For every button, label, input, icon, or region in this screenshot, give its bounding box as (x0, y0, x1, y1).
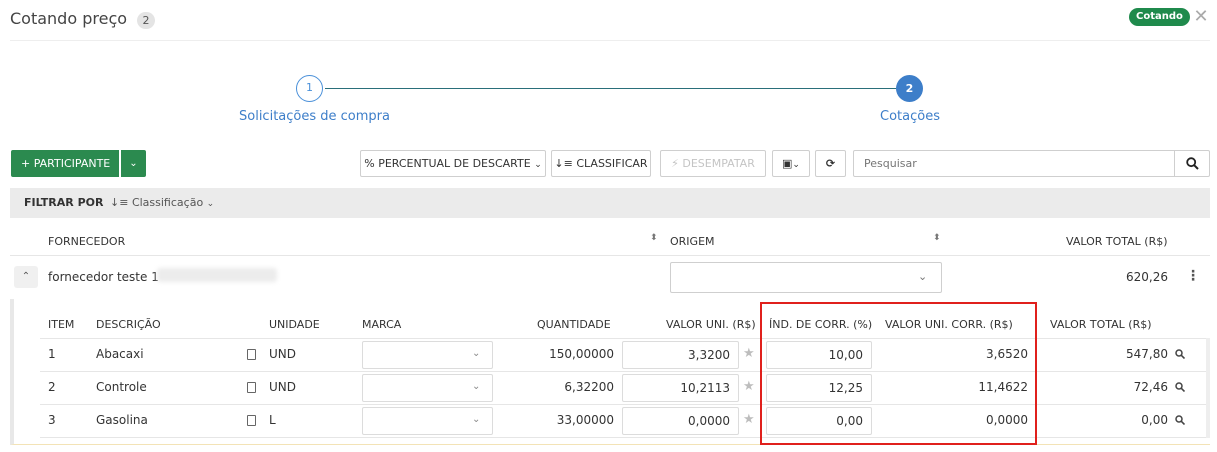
search-icon[interactable] (1175, 382, 1185, 392)
sort-icon: ↓≡ (554, 157, 573, 170)
sort-icon: ↓≡ (110, 196, 129, 209)
chevron-down-icon: ⌄ (472, 348, 481, 359)
valor-uni-input[interactable]: 0,0000 (622, 407, 739, 435)
redacted-text (157, 268, 277, 282)
item-total: 0,00 (1141, 413, 1168, 427)
supplier-total: 620,26 (1126, 270, 1168, 284)
col-unidade: UNIDADE (269, 318, 320, 331)
image-icon: ▣ (782, 157, 793, 170)
chevron-up-icon: ⌃ (21, 271, 31, 282)
step-1-circle[interactable]: 1 (296, 75, 323, 102)
step-2-label[interactable]: Cotações (880, 109, 940, 124)
col-item: ITEM (48, 318, 75, 331)
chevron-down-icon: ⌄ (206, 199, 215, 209)
highlight-annotation (760, 302, 1037, 445)
classificar-label: CLASSIFICAR (576, 157, 648, 170)
col-fornecedor[interactable]: FORNECEDOR (48, 235, 125, 248)
star-icon[interactable]: ★ (743, 412, 755, 427)
panel-scrollbar[interactable] (1206, 338, 1210, 438)
percentual-descarte-label: % PERCENTUAL DE DESCARTE (364, 157, 531, 170)
col-origem[interactable]: ORIGEM (670, 235, 715, 248)
refresh-icon: ⟳ (825, 157, 836, 170)
sort-arrows-icon[interactable]: ⬍ (933, 233, 941, 243)
col-valor-total-item: VALOR TOTAL (R$) (1050, 318, 1152, 331)
title-count-badge: 2 (137, 12, 155, 29)
col-quantidade: QUANTIDADE (537, 318, 611, 331)
filter-label: FILTRAR POR (24, 196, 104, 209)
sort-arrows-icon[interactable]: ⬍ (650, 233, 658, 243)
header-divider (10, 40, 1210, 41)
chevron-down-icon: ⌄ (129, 158, 138, 169)
status-badge: Cotando (1129, 8, 1190, 26)
chevron-down-icon: ⌄ (792, 160, 800, 170)
add-participant-button[interactable]: + PARTICIPANTE (11, 150, 119, 177)
collapse-button[interactable]: ⌃ (14, 266, 38, 288)
stepper-connector (325, 88, 896, 89)
col-valor-total[interactable]: VALOR TOTAL (R$) (1066, 235, 1168, 248)
search-icon[interactable] (1175, 349, 1185, 359)
item-number: 1 (48, 347, 56, 361)
item-description: Controle (96, 380, 147, 394)
valor-uni-input[interactable]: 3,3200 (622, 341, 739, 369)
item-number: 2 (48, 380, 56, 394)
star-icon[interactable]: ★ (743, 379, 755, 394)
participant-dropdown-button[interactable]: ⌄ (121, 150, 146, 177)
chevron-down-icon: ⌄ (918, 270, 928, 283)
desempatar-label: DESEMPATAR (682, 157, 755, 170)
item-description: Gasolina (96, 413, 148, 427)
item-number: 3 (48, 413, 56, 427)
search-icon (1185, 157, 1199, 170)
search-button[interactable] (1174, 150, 1210, 177)
lightning-icon: ⚡ (671, 157, 679, 170)
classificacao-label: Classificação (131, 196, 204, 209)
supplier-name: fornecedor teste 1 (48, 270, 159, 284)
document-icon[interactable] (247, 349, 256, 360)
chevron-down-icon: ⌄ (472, 381, 481, 392)
valor-uni-input[interactable]: 10,2113 (622, 374, 739, 402)
refresh-button[interactable]: ⟳ (815, 150, 846, 177)
step-1-label[interactable]: Solicitações de compra (239, 109, 390, 124)
chevron-down-icon: ⌄ (472, 414, 481, 425)
document-icon[interactable] (247, 382, 256, 393)
col-valor-uni: VALOR UNI. (R$) (666, 318, 756, 331)
star-icon[interactable]: ★ (743, 346, 755, 361)
chevron-down-icon: ⌄ (534, 160, 542, 170)
desempatar-button[interactable]: ⚡ DESEMPATAR (660, 150, 766, 177)
origem-select[interactable] (670, 262, 942, 293)
item-quantity: 33,00000 (556, 413, 614, 427)
col-marca: MARCA (362, 318, 402, 331)
page-title: Cotando preço (10, 9, 128, 28)
item-quantity: 6,32200 (564, 380, 614, 394)
item-unit: L (269, 413, 276, 427)
kebab-menu-icon[interactable]: ⋮ (1186, 268, 1200, 284)
close-icon[interactable]: ✕ (1193, 8, 1209, 26)
document-icon[interactable] (247, 415, 256, 426)
classificacao-filter[interactable]: ↓≡ Classificação ⌄ (110, 196, 214, 209)
item-unit: UND (269, 347, 296, 361)
col-descricao: DESCRIÇÃO (96, 318, 161, 331)
item-quantity: 150,00000 (549, 347, 614, 361)
step-2-circle[interactable]: 2 (896, 75, 923, 102)
search-icon[interactable] (1175, 415, 1185, 425)
search-input[interactable] (853, 150, 1175, 177)
item-total: 547,80 (1126, 347, 1168, 361)
item-total: 72,46 (1133, 380, 1168, 394)
view-toggle-button[interactable]: ▣⌄ (772, 150, 810, 177)
classificar-button[interactable]: ↓≡ CLASSIFICAR (551, 150, 651, 177)
header-divider (10, 255, 1210, 256)
percentual-descarte-button[interactable]: % PERCENTUAL DE DESCARTE ⌄ (360, 150, 546, 177)
item-unit: UND (269, 380, 296, 394)
item-description: Abacaxi (96, 347, 144, 361)
